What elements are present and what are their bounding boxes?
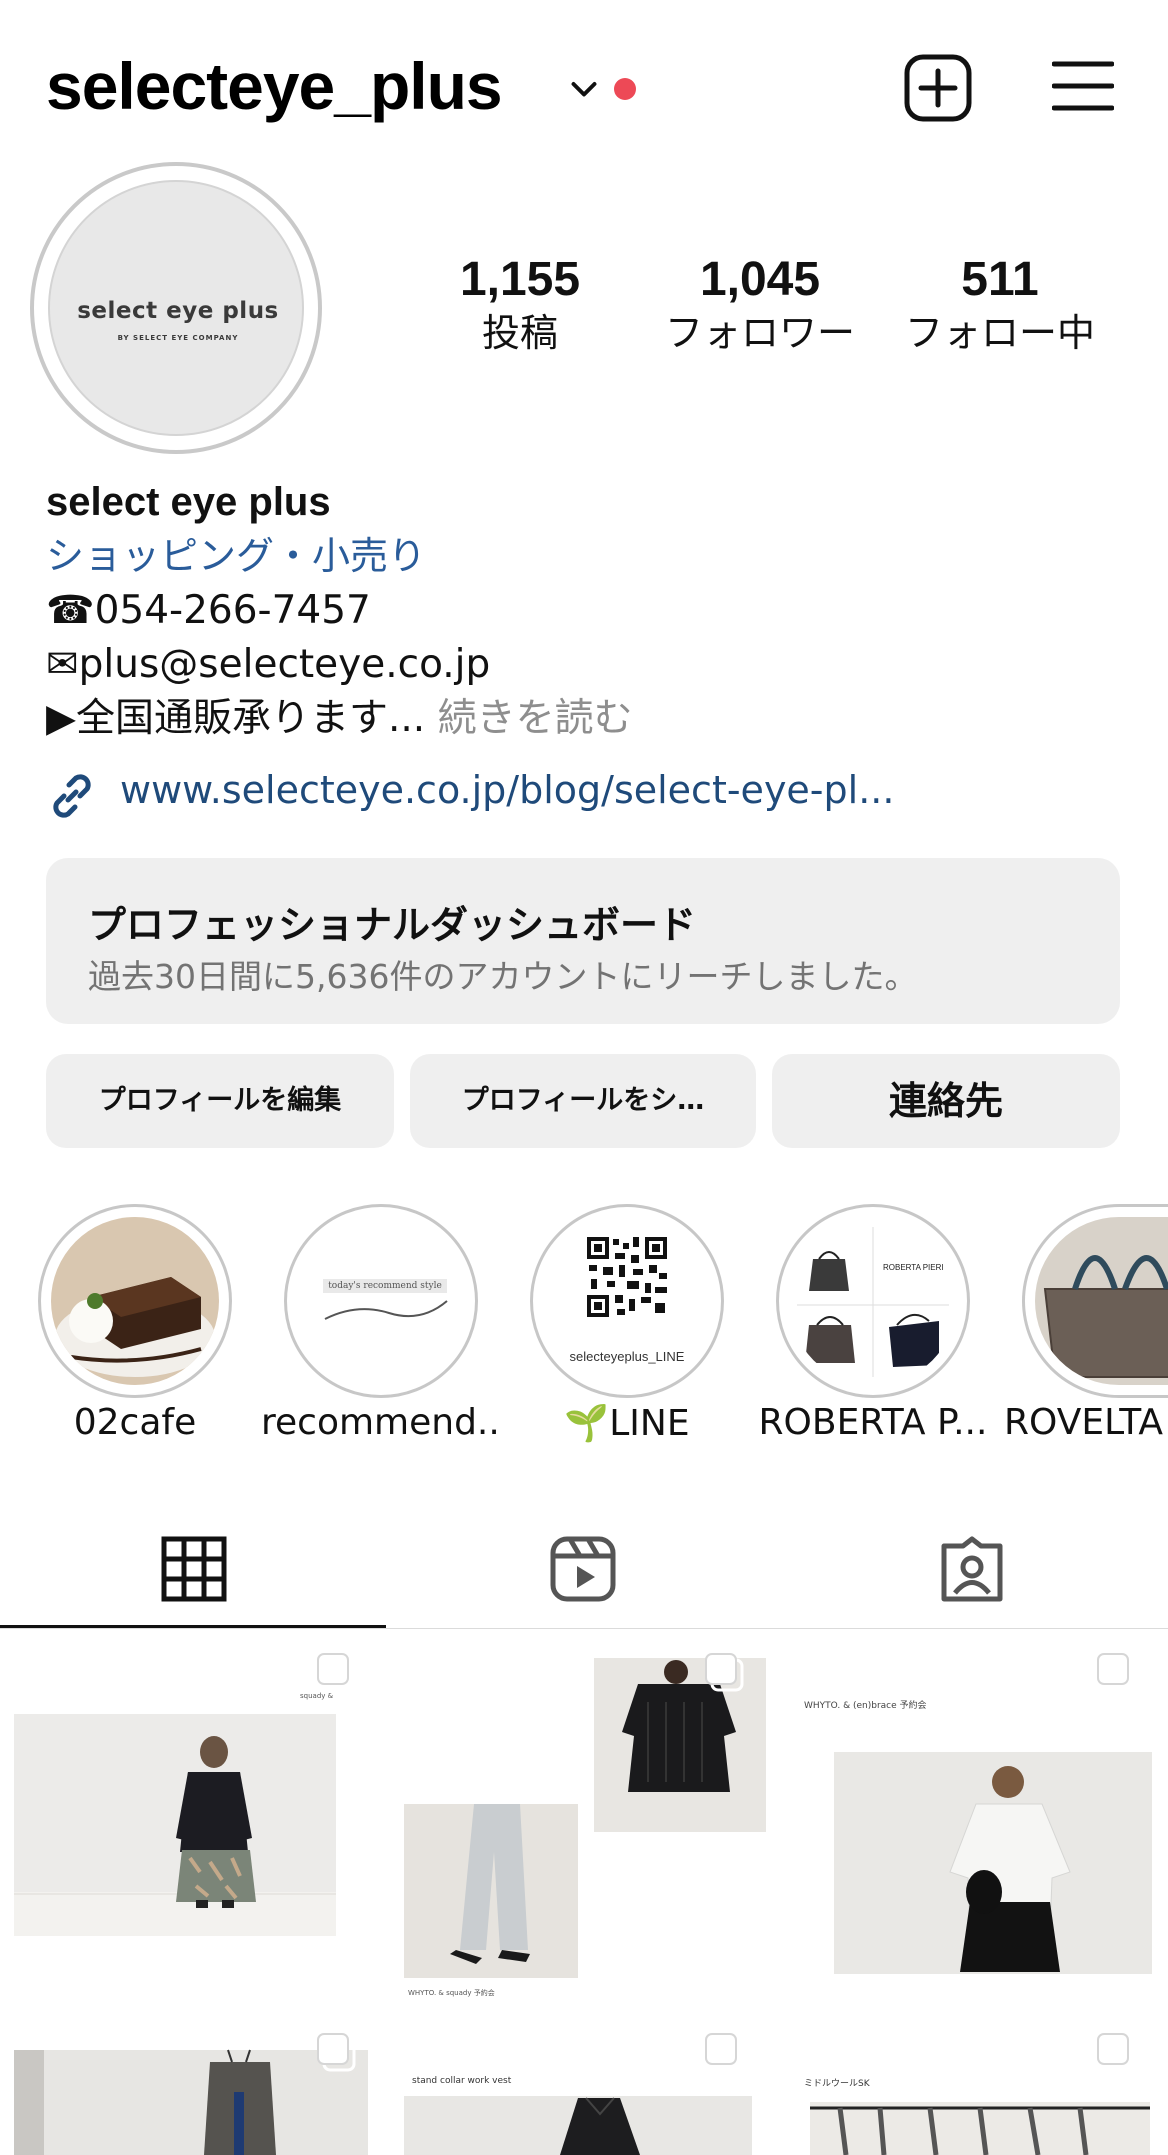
highlight-label-rovelta: ROVELTA xyxy=(1004,1402,1164,1443)
grid-icon xyxy=(161,1536,227,1602)
post-caption: WHYTO. & (en)brace 予約会 xyxy=(804,1701,927,1711)
multiple-photos-icon xyxy=(1097,1653,1136,1692)
tab-grid[interactable] xyxy=(0,1526,389,1630)
share-profile-button[interactable]: プロフィールをシ… xyxy=(410,1054,756,1148)
avatar-logo-subtitle: BY SELECT EYE COMPANY xyxy=(117,334,239,342)
edit-profile-button[interactable]: プロフィールを編集 xyxy=(46,1054,394,1148)
tab-reels[interactable] xyxy=(389,1526,778,1630)
profile-tabs xyxy=(0,1526,1168,1630)
highlight-thumb-cake xyxy=(51,1217,219,1385)
multiple-photos-icon xyxy=(1097,2033,1136,2072)
highlight-02cafe[interactable] xyxy=(38,1204,232,1398)
top-bar: selecteye_plus xyxy=(0,0,1168,170)
post-caption: WHYTO. & squady 予約会 xyxy=(408,1989,495,1997)
profile-email: ✉plus@selecteye.co.jp xyxy=(46,642,491,687)
avatar-logo: select eye plus BY SELECT EYE COMPANY xyxy=(48,180,304,436)
highlight-rovelta[interactable] xyxy=(1022,1204,1168,1398)
post-item[interactable]: squady & xyxy=(0,1632,386,2018)
stat-posts[interactable]: 1,155 投稿 xyxy=(400,252,640,358)
chevron-down-icon[interactable] xyxy=(566,72,602,108)
highlight-label-02cafe: 02cafe xyxy=(73,1402,197,1443)
highlight-label-line: 🌱LINE xyxy=(564,1403,690,1444)
post-item[interactable]: ミドルウールSK xyxy=(780,2022,1168,2155)
highlight-label-recommend: recommend... xyxy=(261,1402,501,1443)
stat-posts-count: 1,155 xyxy=(459,253,581,306)
link-icon xyxy=(53,774,91,818)
multiple-photos-icon xyxy=(317,2033,356,2072)
stat-following-count: 511 xyxy=(961,253,1039,306)
highlight-roberta[interactable]: ROBERTA PIERI xyxy=(776,1204,970,1398)
reels-icon xyxy=(550,1536,616,1602)
stat-followers-label: フォロワー xyxy=(664,311,855,355)
highlight-thumb-recommend: today's recommend style xyxy=(297,1217,465,1385)
highlight-line-thumb-text: selecteyeplus_LINE xyxy=(569,1349,685,1364)
tab-tagged[interactable] xyxy=(778,1526,1167,1630)
account-username[interactable]: selecteye_plus xyxy=(46,48,503,124)
multiple-photos-icon xyxy=(705,2033,744,2072)
post-item[interactable]: WHYTO. & squady 予約会 xyxy=(390,1632,776,2018)
highlight-thumb-tote xyxy=(1035,1217,1168,1385)
profile-phone: ☎054-266-7457 xyxy=(46,588,371,633)
stat-followers[interactable]: 1,045 フォロワー xyxy=(640,252,880,358)
multiple-photos-icon xyxy=(705,1653,744,1692)
profile-name: select eye plus xyxy=(46,480,331,524)
profile-description: ▶全国通販承ります... 続きを読む xyxy=(46,692,1126,746)
stat-following-label: フォロー中 xyxy=(904,311,1095,355)
avatar-logo-title: select eye plus xyxy=(77,298,279,324)
profile-bio: select eye plus ショッピング・小売り ☎054-266-7457… xyxy=(46,476,1126,746)
create-post-icon[interactable] xyxy=(904,54,972,122)
highlight-line[interactable]: selecteyeplus_LINE xyxy=(530,1204,724,1398)
post-item[interactable]: WHYTO. & (en)brace 予約会 xyxy=(780,1632,1168,2018)
menu-icon[interactable] xyxy=(1052,58,1114,114)
description-text: ▶全国通販承ります... xyxy=(46,696,426,741)
dashboard-subtitle: 過去30日間に5,636件のアカウントにリーチしました。 xyxy=(88,957,918,996)
post-item[interactable]: stand collar work vest xyxy=(390,2022,776,2155)
post-caption: ミドルウールSK xyxy=(804,2079,870,2089)
highlight-recommend[interactable]: today's recommend style xyxy=(284,1204,478,1398)
profile-avatar[interactable]: select eye plus BY SELECT EYE COMPANY xyxy=(30,162,322,454)
dashboard-title: プロフェッショナルダッシュボード xyxy=(88,903,697,947)
professional-dashboard[interactable]: プロフェッショナルダッシュボード 過去30日間に5,636件のアカウントにリーチ… xyxy=(46,858,1120,1024)
post-item[interactable] xyxy=(0,2022,386,2155)
stat-following[interactable]: 511 フォロー中 xyxy=(880,252,1120,358)
profile-category[interactable]: ショッピング・小売り xyxy=(46,528,1126,584)
highlight-thumb-bags: ROBERTA PIERI xyxy=(789,1217,957,1385)
profile-link-text[interactable]: www.selecteye.co.jp/blog/select-eye-pl..… xyxy=(120,768,894,812)
read-more-link[interactable]: 続きを読む xyxy=(438,696,633,741)
contact-button[interactable]: 連絡先 xyxy=(772,1054,1120,1148)
multiple-photos-icon xyxy=(317,1653,356,1692)
stat-posts-label: 投稿 xyxy=(481,311,558,355)
highlight-label-roberta: ROBERTA P... xyxy=(758,1402,988,1443)
highlight-roberta-thumb-text: ROBERTA PIERI xyxy=(883,1263,944,1272)
stat-followers-count: 1,045 xyxy=(699,253,821,306)
tab-divider xyxy=(0,1628,1168,1629)
post-caption: stand collar work vest xyxy=(412,2076,512,2086)
tagged-icon xyxy=(941,1536,1003,1602)
highlight-thumb-qr: selecteyeplus_LINE xyxy=(543,1217,711,1385)
profile-link[interactable]: www.selecteye.co.jp/blog/select-eye-pl..… xyxy=(46,764,1126,824)
notification-dot xyxy=(614,78,636,100)
